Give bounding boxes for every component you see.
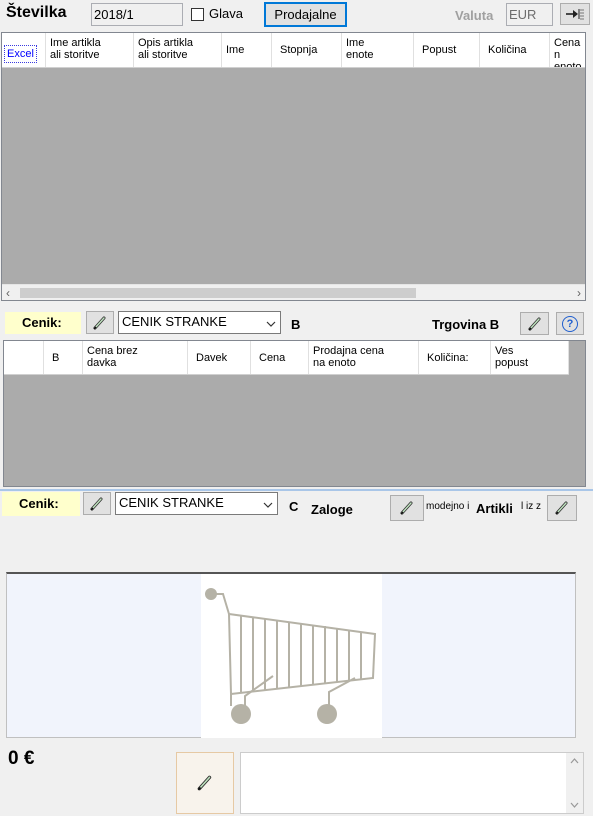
total-amount: 0 € xyxy=(8,748,35,769)
valuta-label: Valuta xyxy=(455,8,494,23)
pencil-icon xyxy=(400,501,413,515)
trgovina-b-label: Trgovina B xyxy=(432,317,500,332)
column-header-item-description[interactable]: Opis artikla ali storitve xyxy=(134,33,222,67)
column-header-total-discount[interactable]: Ves popust xyxy=(491,341,569,374)
items-grid[interactable]: Excel Ime artikla ali storitve Opis arti… xyxy=(1,32,586,301)
prodajalne-button[interactable]: Prodajalne xyxy=(264,2,347,27)
trgovina-b-edit-button[interactable] xyxy=(520,312,549,335)
chevron-down-icon xyxy=(262,314,280,333)
artikli-label: Artikli xyxy=(476,501,513,516)
article-image xyxy=(201,574,382,738)
glava-checkbox[interactable] xyxy=(191,8,204,21)
cenik-c-edit-button[interactable] xyxy=(83,492,111,515)
zaloge-edit-button[interactable] xyxy=(390,495,424,521)
pencil-icon xyxy=(93,316,106,330)
prices-grid[interactable]: B Cena brez davka Davek Cena Prodajna ce… xyxy=(3,340,586,487)
chevron-down-icon xyxy=(259,495,277,514)
cenik-c-select-value: CENIK STRANKE xyxy=(119,495,224,510)
cenik-c-label: Cenik: xyxy=(19,496,59,511)
column-header-b[interactable]: B xyxy=(44,341,83,374)
column-header-sale-price[interactable]: Prodajna cena na enoto xyxy=(309,341,419,374)
pencil-icon xyxy=(555,501,568,515)
horizontal-scrollbar[interactable]: ‹ › xyxy=(2,284,585,300)
column-header-name[interactable]: Ime xyxy=(222,33,272,67)
help-icon: ? xyxy=(562,315,578,332)
artikli-edit-button[interactable] xyxy=(547,495,577,521)
document-number-field[interactable]: 2018/1 xyxy=(91,3,183,26)
scroll-down-icon[interactable] xyxy=(570,802,579,808)
pencil-icon xyxy=(90,497,103,511)
cenik-b-edit-button[interactable] xyxy=(86,311,114,334)
column-header-unit-name[interactable]: Ime enote xyxy=(342,33,414,67)
column-header-rate[interactable]: Stopnja xyxy=(272,33,342,67)
column-header-price[interactable]: Cena xyxy=(251,341,309,374)
excel-button[interactable]: Excel xyxy=(4,45,37,63)
column-header-discount[interactable]: Popust xyxy=(414,33,480,67)
iz-text: l iz z xyxy=(521,501,541,512)
help-button[interactable]: ? xyxy=(556,312,584,335)
cenik-b-select[interactable]: CENIK STRANKE xyxy=(118,311,281,334)
cenik-c-letter: C xyxy=(289,499,299,514)
article-image-panel xyxy=(6,572,576,738)
pencil-icon xyxy=(197,775,212,791)
column-header-quantity[interactable]: Količina xyxy=(480,33,550,67)
valuta-field[interactable]: EUR xyxy=(506,3,553,26)
cenik-c-select[interactable]: CENIK STRANKE xyxy=(115,492,278,515)
shopping-cart-icon xyxy=(205,588,377,724)
notes-textarea[interactable] xyxy=(240,752,584,814)
notes-edit-button[interactable] xyxy=(176,752,234,814)
column-header-unit-price[interactable]: Cena n enoto xyxy=(550,33,585,67)
document-number-label: Številka xyxy=(6,4,67,21)
column-header-price-net[interactable]: Cena brez davka xyxy=(83,341,188,374)
cenik-b-label: Cenik: xyxy=(22,315,62,330)
zaloge-label: Zaloge xyxy=(311,502,353,517)
scrollbar-thumb[interactable] xyxy=(20,288,416,298)
scroll-right-icon[interactable]: › xyxy=(577,286,581,300)
modejno-text: modejno i xyxy=(426,501,470,512)
import-button[interactable] xyxy=(560,3,590,25)
vertical-scrollbar[interactable] xyxy=(566,753,583,813)
cenik-b-letter: B xyxy=(291,317,301,332)
scroll-up-icon[interactable] xyxy=(570,758,579,764)
arrow-into-list-icon xyxy=(566,9,584,20)
column-header-quantity-b[interactable]: Količina: xyxy=(419,341,491,374)
prices-grid-header: B Cena brez davka Davek Cena Prodajna ce… xyxy=(4,341,569,375)
section-divider xyxy=(0,489,593,491)
column-header-item-name[interactable]: Ime artikla ali storitve xyxy=(46,33,134,67)
pencil-icon xyxy=(527,317,540,331)
scroll-left-icon[interactable]: ‹ xyxy=(6,286,10,300)
items-grid-header: Excel Ime artikla ali storitve Opis arti… xyxy=(2,33,585,68)
cenik-b-select-value: CENIK STRANKE xyxy=(122,314,227,329)
glava-label: Glava xyxy=(209,6,243,21)
column-header-tax[interactable]: Davek xyxy=(188,341,251,374)
